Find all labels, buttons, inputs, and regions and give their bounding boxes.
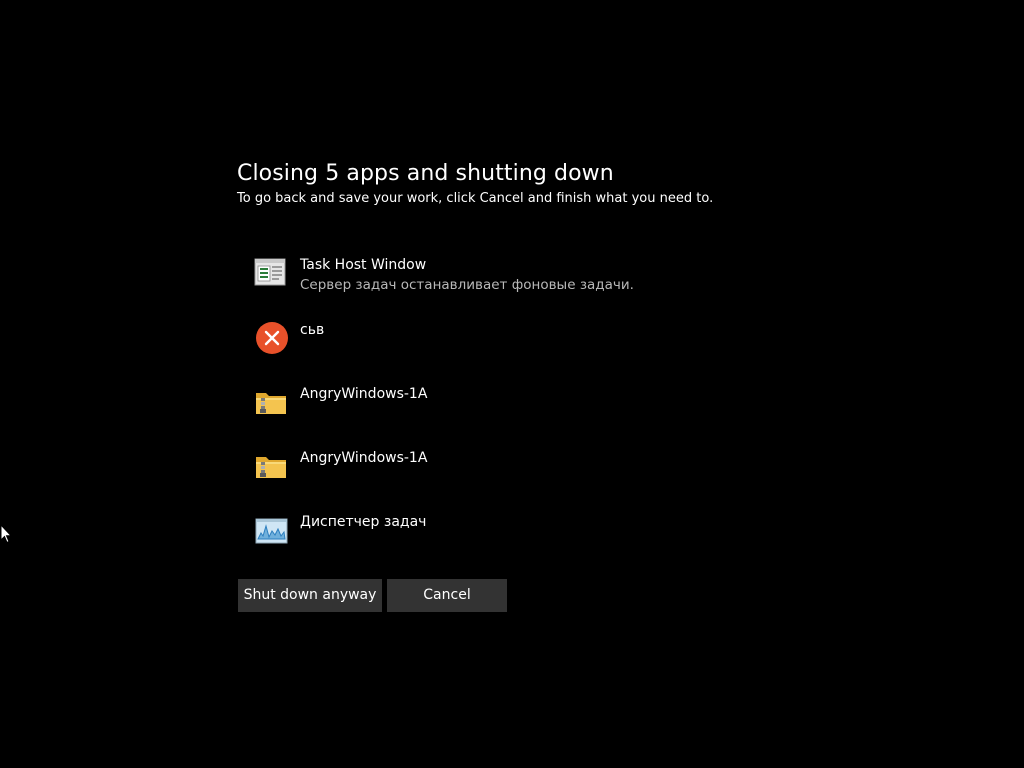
list-item: сьв: [253, 320, 813, 370]
shut-down-anyway-button[interactable]: Shut down anyway: [238, 579, 382, 612]
app-name: AngryWindows-1A: [300, 386, 428, 402]
app-text: сьв: [300, 320, 324, 340]
zip-folder-icon: [253, 448, 289, 484]
app-description: Сервер задач останавливает фоновые задач…: [300, 277, 634, 293]
app-name: сьв: [300, 322, 325, 338]
task-host-window-icon: [253, 255, 289, 291]
task-manager-icon: [253, 512, 289, 548]
app-text: AngryWindows-1A: [300, 384, 427, 404]
list-item: Task Host Window Сервер задач останавлив…: [253, 255, 813, 305]
list-item: AngryWindows-1A: [253, 384, 813, 434]
page-title: Closing 5 apps and shutting down: [237, 161, 614, 186]
mouse-pointer-icon: [0, 523, 13, 544]
app-text: AngryWindows-1A: [300, 448, 427, 468]
app-name: Task Host Window: [300, 257, 427, 273]
app-text: Диспетчер задач: [300, 512, 426, 532]
zip-folder-icon: [253, 384, 289, 420]
cancel-button[interactable]: Cancel: [387, 579, 507, 612]
shutdown-dialog-header: Closing 5 apps and shutting down To go b…: [237, 160, 837, 208]
app-name: Диспетчер задач: [300, 514, 427, 530]
shutdown-screen: Closing 5 apps and shutting down To go b…: [0, 0, 1024, 768]
list-item: AngryWindows-1A: [253, 448, 813, 498]
app-text: Task Host Window Сервер задач останавлив…: [300, 255, 634, 295]
page-subtitle: To go back and save your work, click Can…: [237, 191, 714, 206]
app-name: AngryWindows-1A: [300, 450, 428, 466]
error-icon: [253, 320, 289, 356]
list-item: Диспетчер задач: [253, 512, 813, 562]
